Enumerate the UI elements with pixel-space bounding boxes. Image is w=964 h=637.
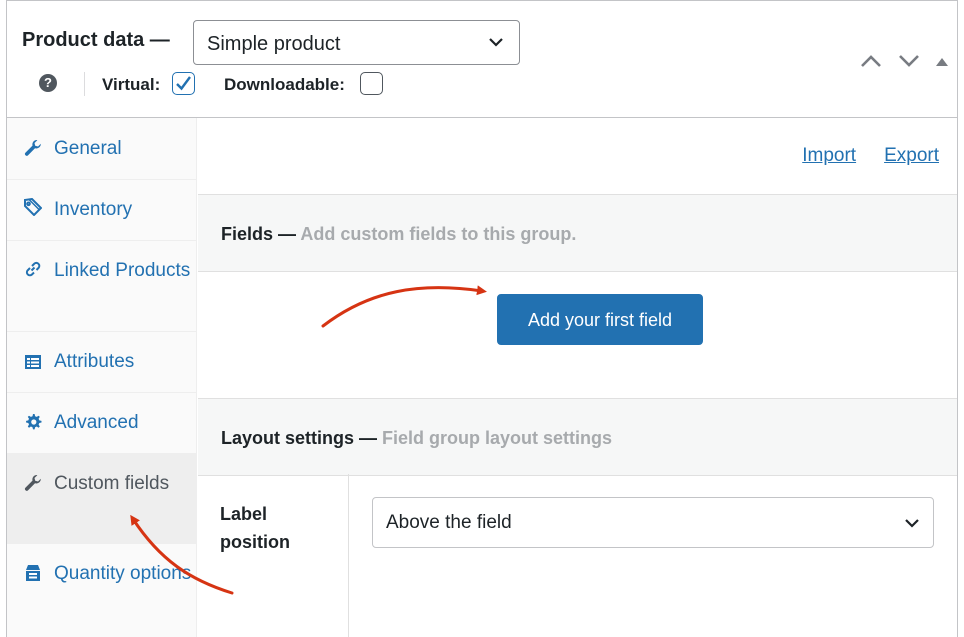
layout-settings-header: Layout settings — Field group layout set… (198, 398, 957, 476)
panel-title: Product data — (22, 29, 170, 51)
product-type-value: Simple product (207, 33, 341, 55)
fields-section-header: Fields — Add custom fields to this group… (198, 194, 957, 272)
product-data-panel: Product data — Simple product ? Virtual:… (6, 0, 958, 637)
label-position-value: Above the field (386, 512, 512, 533)
sidebar-item-quantity-options[interactable]: Quantity options (7, 544, 197, 637)
panel-header: Product data — Simple product ? Virtual:… (7, 1, 957, 118)
sidebar-item-label: Custom fields (54, 473, 170, 494)
add-first-field-button[interactable]: Add your first field (497, 294, 703, 345)
sidebar-item-label: General (54, 138, 122, 159)
sidebar-item-label: Attributes (54, 351, 135, 372)
import-link[interactable]: Import (802, 145, 856, 167)
downloadable-checkbox[interactable] (360, 72, 383, 95)
label-position-label: Label position (220, 504, 290, 552)
sidebar-item-linked-products[interactable]: Linked Products (7, 241, 197, 332)
sidebar-item-label: Advanced (54, 412, 139, 433)
checkmark-icon (176, 76, 191, 91)
divider (348, 474, 349, 637)
virtual-checkbox[interactable] (172, 72, 195, 95)
divider (84, 72, 85, 96)
panel-controls (859, 53, 949, 69)
sidebar-item-custom-fields[interactable]: Custom fields (7, 454, 197, 544)
section-title: Layout settings — (221, 428, 378, 448)
product-type-select[interactable]: Simple product (193, 20, 520, 65)
virtual-label: Virtual: (102, 75, 161, 94)
sidebar-item-general[interactable]: General (7, 118, 197, 180)
section-title: Fields — (221, 224, 297, 244)
sidebar-item-label: Quantity options (54, 563, 192, 584)
downloadable-label: Downloadable: (224, 75, 345, 94)
sidebar-item-attributes[interactable]: Attributes (7, 332, 197, 393)
section-description: Add custom fields to this group. (300, 224, 577, 244)
collapse-toggle-icon[interactable] (935, 55, 949, 67)
custom-fields-panel: Import Export Fields — Add custom fields… (198, 118, 957, 637)
sidebar-item-advanced[interactable]: Advanced (7, 393, 197, 454)
sidebar-item-label: Inventory (54, 199, 133, 220)
product-data-tabs: General Inventory Linked Products Attrib… (7, 118, 197, 637)
chevron-down-icon (489, 38, 503, 47)
import-export-links: Import Export (802, 145, 939, 167)
help-icon[interactable]: ? (39, 74, 57, 92)
sidebar-item-label: Linked Products (54, 260, 191, 281)
section-description: Field group layout settings (382, 428, 613, 448)
sidebar-item-inventory[interactable]: Inventory (7, 180, 197, 241)
move-down-icon[interactable] (897, 53, 921, 69)
label-position-select[interactable]: Above the field (372, 497, 934, 548)
export-link[interactable]: Export (884, 145, 939, 167)
move-up-icon[interactable] (859, 53, 883, 69)
chevron-down-icon (905, 519, 919, 528)
